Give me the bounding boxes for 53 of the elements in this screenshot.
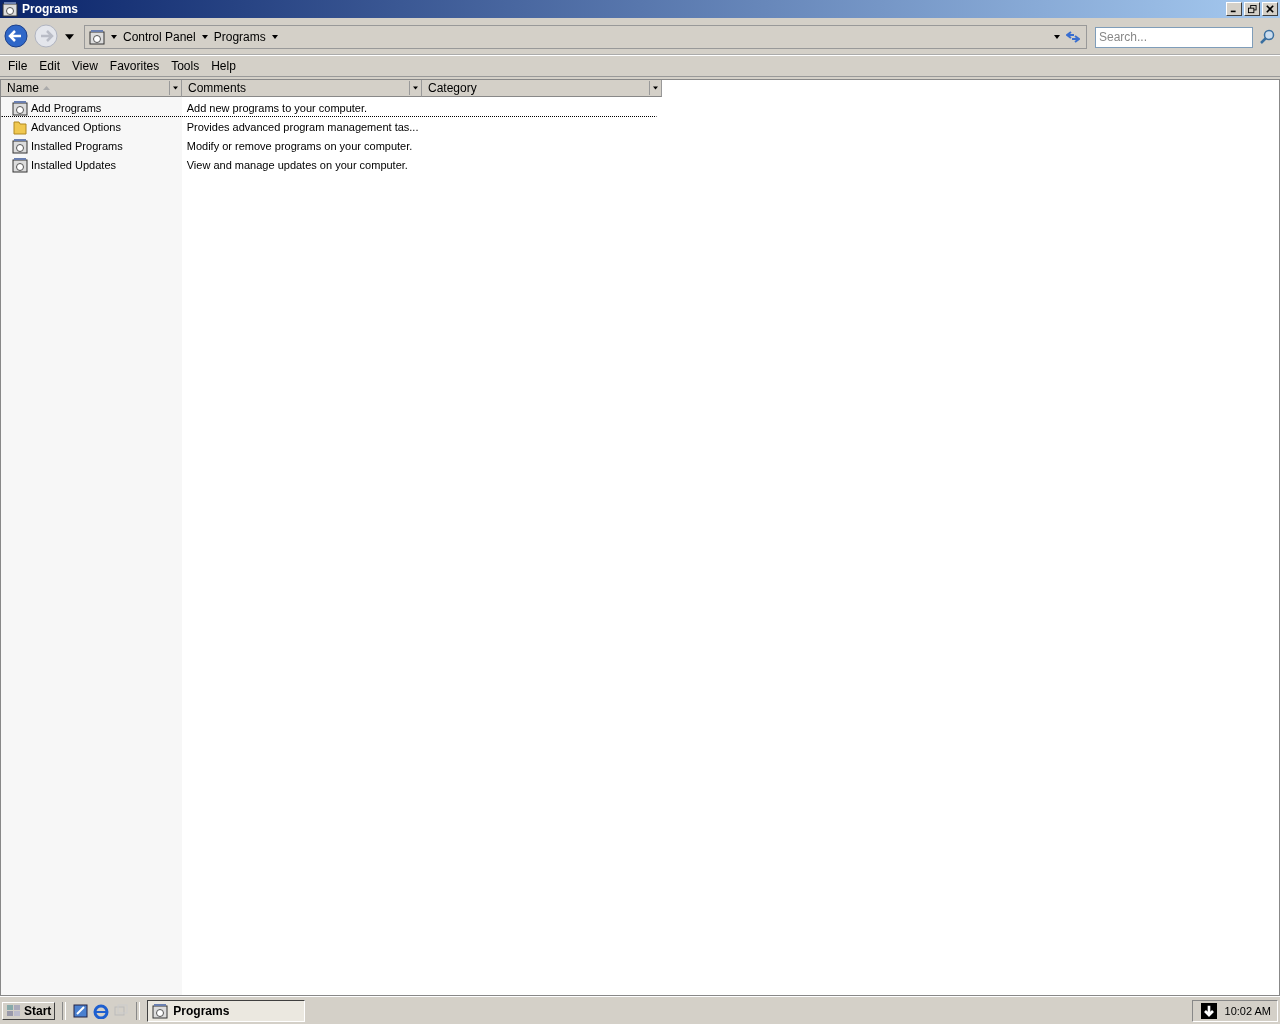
column-header[interactable]: Comments: [182, 80, 422, 97]
close-button[interactable]: [1262, 2, 1278, 16]
item-name: Add Programs: [31, 101, 102, 114]
desktop-icon[interactable]: [73, 1002, 90, 1019]
column-header[interactable]: Name: [1, 80, 182, 97]
control-panel-icon: [152, 1002, 169, 1019]
folder-icon: [12, 118, 28, 135]
sort-arrow-icon: [43, 86, 50, 90]
breadcrumb[interactable]: Programs: [213, 30, 266, 44]
back-button[interactable]: [3, 24, 29, 50]
menu-item[interactable]: Help: [207, 59, 240, 73]
list-row[interactable]: Add Programs Add new programs to your computer.: [1, 98, 657, 117]
windows-logo-icon: [6, 1003, 22, 1018]
start-button[interactable]: Start: [2, 1001, 56, 1020]
restore-icon: [1247, 4, 1257, 14]
dropdown-icon[interactable]: [65, 34, 74, 40]
control-panel-icon: [12, 137, 28, 154]
list-row[interactable]: Installed Programs Modify or remove programs on your computer.: [1, 136, 657, 155]
search-field[interactable]: Search...: [1095, 26, 1253, 48]
caret-icon[interactable]: [111, 35, 117, 39]
refresh-icon[interactable]: [1066, 30, 1080, 44]
item-comment: Provides advanced program management tas...: [186, 120, 419, 133]
close-icon: [1266, 5, 1274, 13]
control-panel-icon: [89, 29, 105, 45]
window-title: Programs: [22, 2, 79, 16]
restore-button[interactable]: [1244, 2, 1260, 16]
item-name: Advanced Options: [31, 120, 121, 133]
caret-icon[interactable]: [201, 35, 208, 39]
control-panel-icon: [12, 156, 28, 173]
list-row[interactable]: Advanced Options Provides advanced program management tas...: [1, 117, 657, 136]
taskbar-button[interactable]: Programs: [147, 999, 306, 1022]
menu-item[interactable]: Tools: [167, 59, 204, 73]
address-field[interactable]: Control Panel Programs: [84, 25, 1087, 49]
download-icon[interactable]: [1200, 1002, 1217, 1019]
item-comment: Add new programs to your computer.: [186, 101, 368, 114]
menu-item[interactable]: Favorites: [105, 59, 164, 73]
item-comment: Modify or remove programs on your computer.: [186, 139, 413, 152]
menu-item[interactable]: View: [68, 59, 102, 73]
clock: 10:02 AM: [1224, 1004, 1271, 1017]
item-comment: View and manage updates on your computer.: [186, 158, 408, 171]
search-icon[interactable]: [1259, 29, 1275, 45]
menu-item[interactable]: Edit: [35, 59, 65, 73]
minimize-button[interactable]: [1226, 2, 1242, 16]
breadcrumb[interactable]: Control Panel: [123, 30, 196, 44]
caret-icon[interactable]: [1054, 35, 1060, 39]
browser-icon[interactable]: [93, 1002, 110, 1019]
caret-icon[interactable]: [271, 35, 278, 39]
menu-item[interactable]: File: [4, 59, 32, 73]
column-header[interactable]: Category: [422, 80, 662, 97]
list-row[interactable]: Installed Updates View and manage updates on your computer.: [1, 155, 657, 174]
control-panel-icon: [2, 1, 18, 17]
item-name: Installed Programs: [31, 139, 123, 152]
item-name: Installed Updates: [31, 158, 116, 171]
